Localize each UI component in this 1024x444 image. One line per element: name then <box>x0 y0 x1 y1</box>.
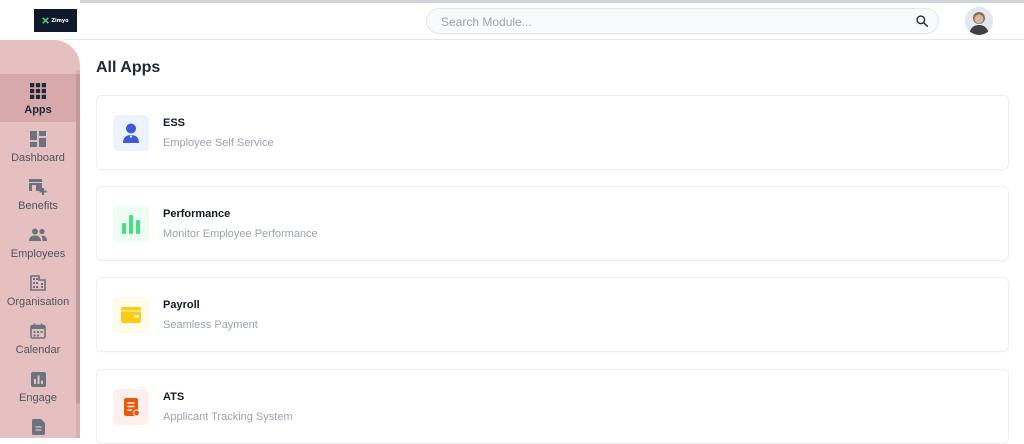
sidebar-item-dashboard[interactable]: Dashboard <box>0 122 76 170</box>
sidebar-item-label: Engage <box>19 392 57 404</box>
dashboard-icon <box>29 130 47 148</box>
app-card-performance[interactable]: Performance Monitor Employee Performance <box>96 186 1009 261</box>
sidebar-item-organisation[interactable]: Organisation <box>0 266 76 314</box>
app-card-subtitle: Seamless Payment <box>163 319 258 331</box>
user-avatar[interactable] <box>965 7 993 35</box>
app-card-subtitle: Applicant Tracking System <box>163 411 293 423</box>
sidebar-item-apps[interactable]: Apps <box>0 74 76 122</box>
search-icon[interactable] <box>915 14 929 28</box>
wallet-icon <box>113 297 149 333</box>
app-card-title: Performance <box>163 208 231 220</box>
app-card-payroll[interactable]: Payroll Seamless Payment <box>96 277 1009 352</box>
sidebar-item-benefits[interactable]: Benefits <box>0 170 76 218</box>
sidebar-item-more[interactable] <box>0 410 76 438</box>
app-card-ats[interactable]: ATS Applicant Tracking System <box>96 369 1009 444</box>
app-card-subtitle: Employee Self Service <box>163 137 274 149</box>
grid-icon <box>29 82 47 100</box>
sidebar-item-label: Dashboard <box>11 152 65 164</box>
employees-icon <box>29 226 47 244</box>
logo-text: Zimyo <box>51 17 69 24</box>
top-header: Zimyo <box>0 0 1024 40</box>
document-icon <box>29 418 47 436</box>
search-bar <box>426 8 939 34</box>
benefits-icon <box>29 178 47 196</box>
app-card-ess[interactable]: ESS Employee Self Service <box>96 95 1009 170</box>
search-input[interactable] <box>439 13 903 31</box>
person-icon <box>113 115 149 151</box>
avatar-image <box>965 7 993 35</box>
bar-chart-icon <box>113 206 149 242</box>
sidebar: Apps Dashboard Benefits Employees Organi… <box>0 40 80 438</box>
app-card-title: Payroll <box>163 299 200 311</box>
sidebar-scrollbar-thumb[interactable] <box>76 74 80 404</box>
sidebar-item-employees[interactable]: Employees <box>0 218 76 266</box>
sidebar-item-calendar[interactable]: Calendar <box>0 314 76 362</box>
sidebar-item-label: Calendar <box>15 344 61 356</box>
app-card-subtitle: Monitor Employee Performance <box>163 228 318 240</box>
logo-container: Zimyo <box>0 0 80 40</box>
sidebar-item-label: Apps <box>24 104 52 116</box>
app-card-title: ATS <box>163 391 185 403</box>
sidebar-item-engage[interactable]: Engage <box>0 362 76 410</box>
document-icon <box>113 389 149 425</box>
company-logo[interactable]: Zimyo <box>34 9 77 32</box>
sidebar-item-label: Employees <box>10 248 66 260</box>
header-top-line <box>0 0 1024 3</box>
sidebar-item-label: Benefits <box>18 200 58 212</box>
calendar-icon <box>29 322 47 340</box>
sidebar-item-label: Organisation <box>6 296 70 308</box>
app-card-title: ESS <box>163 117 186 129</box>
logo-mark-icon <box>42 17 50 24</box>
page-title: All Apps <box>96 59 161 76</box>
engage-icon <box>29 370 47 388</box>
organisation-icon <box>29 274 47 292</box>
